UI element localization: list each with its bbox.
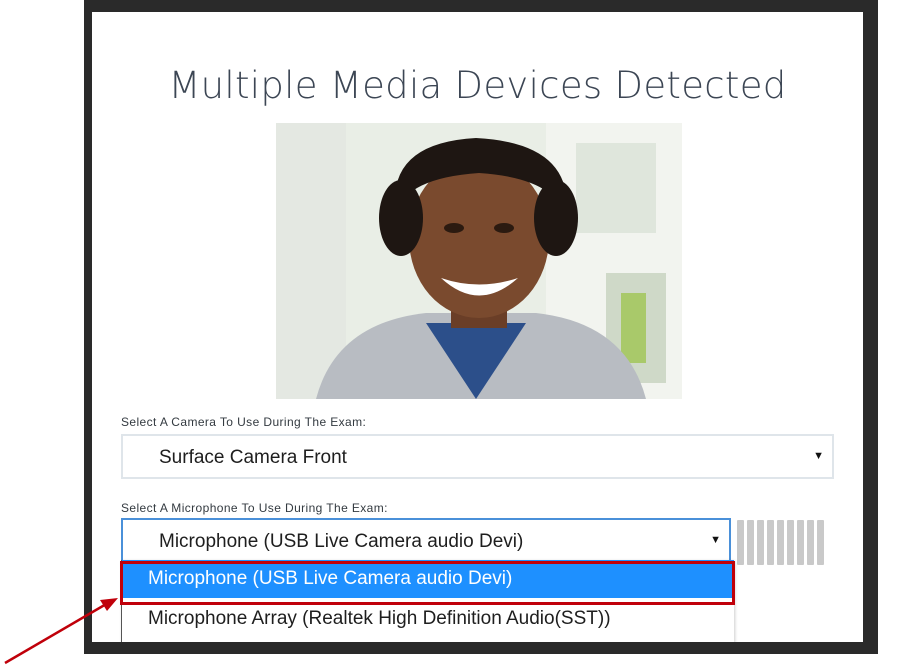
webcam-preview xyxy=(276,123,682,399)
dropdown-arrow-icon: ▼ xyxy=(813,450,824,462)
dialog-title: Multiple Media Devices Detected xyxy=(168,64,787,107)
camera-select-value: Surface Camera Front xyxy=(159,447,347,468)
microphone-select-value: Microphone (USB Live Camera audio Devi) xyxy=(159,531,524,552)
level-bar xyxy=(757,520,764,565)
level-bar xyxy=(787,520,794,565)
media-device-dialog: Multiple Media Devices Detected Select A… xyxy=(92,12,863,642)
dropdown-arrow-icon: ▼ xyxy=(710,534,721,546)
level-bar xyxy=(747,520,754,565)
microphone-select[interactable]: Microphone (USB Live Camera audio Devi) … xyxy=(121,518,731,564)
microphone-option-realtek[interactable]: Microphone Array (Realtek High Definitio… xyxy=(122,600,734,638)
level-bar xyxy=(817,520,824,565)
camera-select[interactable]: Surface Camera Front ▼ xyxy=(121,434,834,479)
level-bar xyxy=(797,520,804,565)
level-bar xyxy=(807,520,814,565)
level-bar xyxy=(777,520,784,565)
microphone-select-label: Select A Microphone To Use During The Ex… xyxy=(121,501,388,515)
level-bar xyxy=(767,520,774,565)
level-bar xyxy=(737,520,744,565)
microphone-option-usb[interactable]: Microphone (USB Live Camera audio Devi) xyxy=(122,560,734,598)
microphone-options-list: Microphone (USB Live Camera audio Devi) … xyxy=(121,560,734,642)
microphone-level-meter xyxy=(737,520,824,565)
camera-select-label: Select A Camera To Use During The Exam: xyxy=(121,415,367,429)
